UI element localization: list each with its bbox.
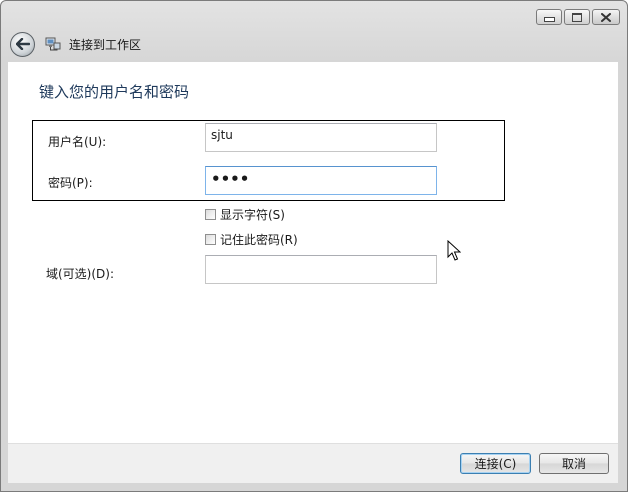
- password-field[interactable]: ••••: [205, 166, 437, 195]
- domain-field[interactable]: [205, 255, 437, 284]
- back-arrow-icon: [15, 38, 30, 50]
- password-label: 密码(P):: [48, 176, 93, 190]
- back-button[interactable]: [10, 31, 35, 57]
- maximize-button[interactable]: [564, 9, 590, 25]
- close-button[interactable]: [592, 9, 620, 25]
- maximize-icon: [572, 12, 582, 22]
- connect-button-label: 连接(C): [474, 457, 517, 471]
- mouse-cursor-icon: [447, 240, 461, 261]
- page-heading: 键入您的用户名和密码: [39, 83, 190, 101]
- cancel-button[interactable]: 取消: [539, 453, 609, 474]
- close-icon: [601, 12, 611, 22]
- username-label: 用户名(U):: [48, 135, 107, 149]
- connect-button[interactable]: 连接(C): [460, 453, 531, 474]
- remember-password-option[interactable]: 记住此密码(R): [205, 231, 298, 248]
- cancel-button-label: 取消: [561, 457, 586, 471]
- nav-title: 连接到工作区: [69, 37, 142, 52]
- title-bar-buttons: [536, 9, 620, 25]
- show-characters-option[interactable]: 显示字符(S): [205, 206, 285, 223]
- minimize-button[interactable]: [536, 9, 562, 25]
- navigation-bar: 连接到工作区: [10, 31, 141, 57]
- show-characters-checkbox[interactable]: [205, 209, 216, 220]
- username-value: sjtu: [211, 128, 233, 142]
- show-characters-label: 显示字符(S): [220, 208, 285, 222]
- password-value: ••••: [211, 170, 250, 188]
- remember-password-checkbox[interactable]: [205, 234, 216, 245]
- minimize-icon: [543, 16, 555, 22]
- username-field[interactable]: sjtu: [205, 123, 437, 152]
- domain-label: 域(可选)(D):: [46, 267, 115, 281]
- network-computer-icon: [45, 37, 61, 51]
- remember-password-label: 记住此密码(R): [220, 233, 298, 247]
